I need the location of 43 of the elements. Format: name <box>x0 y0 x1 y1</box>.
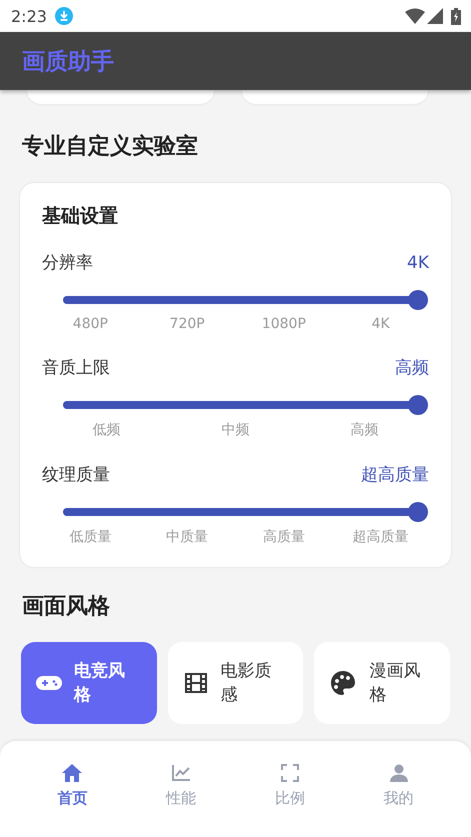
nav-tab[interactable]: 性能 <box>126 741 236 808</box>
setting-value: 高频 <box>395 357 429 379</box>
slider-thumb[interactable] <box>408 290 428 310</box>
battery-icon <box>451 8 461 24</box>
nav-tab[interactable]: 我的 <box>344 741 453 808</box>
setting-label: 分辨率 <box>42 252 93 274</box>
frame-icon <box>280 764 299 782</box>
tick-label: 低质量 <box>68 528 112 546</box>
tick-label: 480P <box>72 316 109 332</box>
tick-label: 中频 <box>220 421 250 439</box>
setting-value: 4K <box>407 252 429 272</box>
nav-tab[interactable]: 首页 <box>18 741 127 808</box>
tick-label: 超高质量 <box>352 528 410 546</box>
slider-thumb[interactable] <box>408 395 428 415</box>
download-icon <box>54 7 73 25</box>
style-option[interactable]: 电影质感 <box>168 642 304 724</box>
section-title: 专业自定义实验室 <box>22 132 199 161</box>
nav-tab[interactable]: 比例 <box>236 741 344 808</box>
film-icon <box>182 670 209 696</box>
status-time: 2:23 <box>11 6 47 26</box>
tick-label: 低频 <box>92 421 122 439</box>
tick-label: 中质量 <box>165 528 210 546</box>
person-icon <box>388 763 409 783</box>
tick-label: 1080P <box>260 316 307 332</box>
setting-label: 音质上限 <box>42 357 110 379</box>
tick-label: 高频 <box>350 421 380 439</box>
setting-label: 纹理质量 <box>42 464 110 486</box>
app-title: 画质助手 <box>22 48 114 76</box>
setting-value: 超高质量 <box>361 464 429 486</box>
section-title: 画面风格 <box>22 593 111 621</box>
gamepad-icon <box>36 674 62 692</box>
card-title: 基础设置 <box>42 204 118 229</box>
slider-thumb[interactable] <box>408 502 428 522</box>
chart-icon <box>171 764 192 782</box>
tick-label: 4K <box>370 316 391 332</box>
wifi-icon <box>405 8 425 24</box>
style-option[interactable]: 电竞风格 <box>21 642 157 724</box>
signal-icon <box>427 8 443 24</box>
home-icon <box>61 763 84 783</box>
tick-label: 720P <box>168 316 206 332</box>
palette-icon <box>329 669 358 697</box>
style-option[interactable]: 漫画风格 <box>314 642 450 724</box>
tick-label: 高质量 <box>262 528 306 546</box>
